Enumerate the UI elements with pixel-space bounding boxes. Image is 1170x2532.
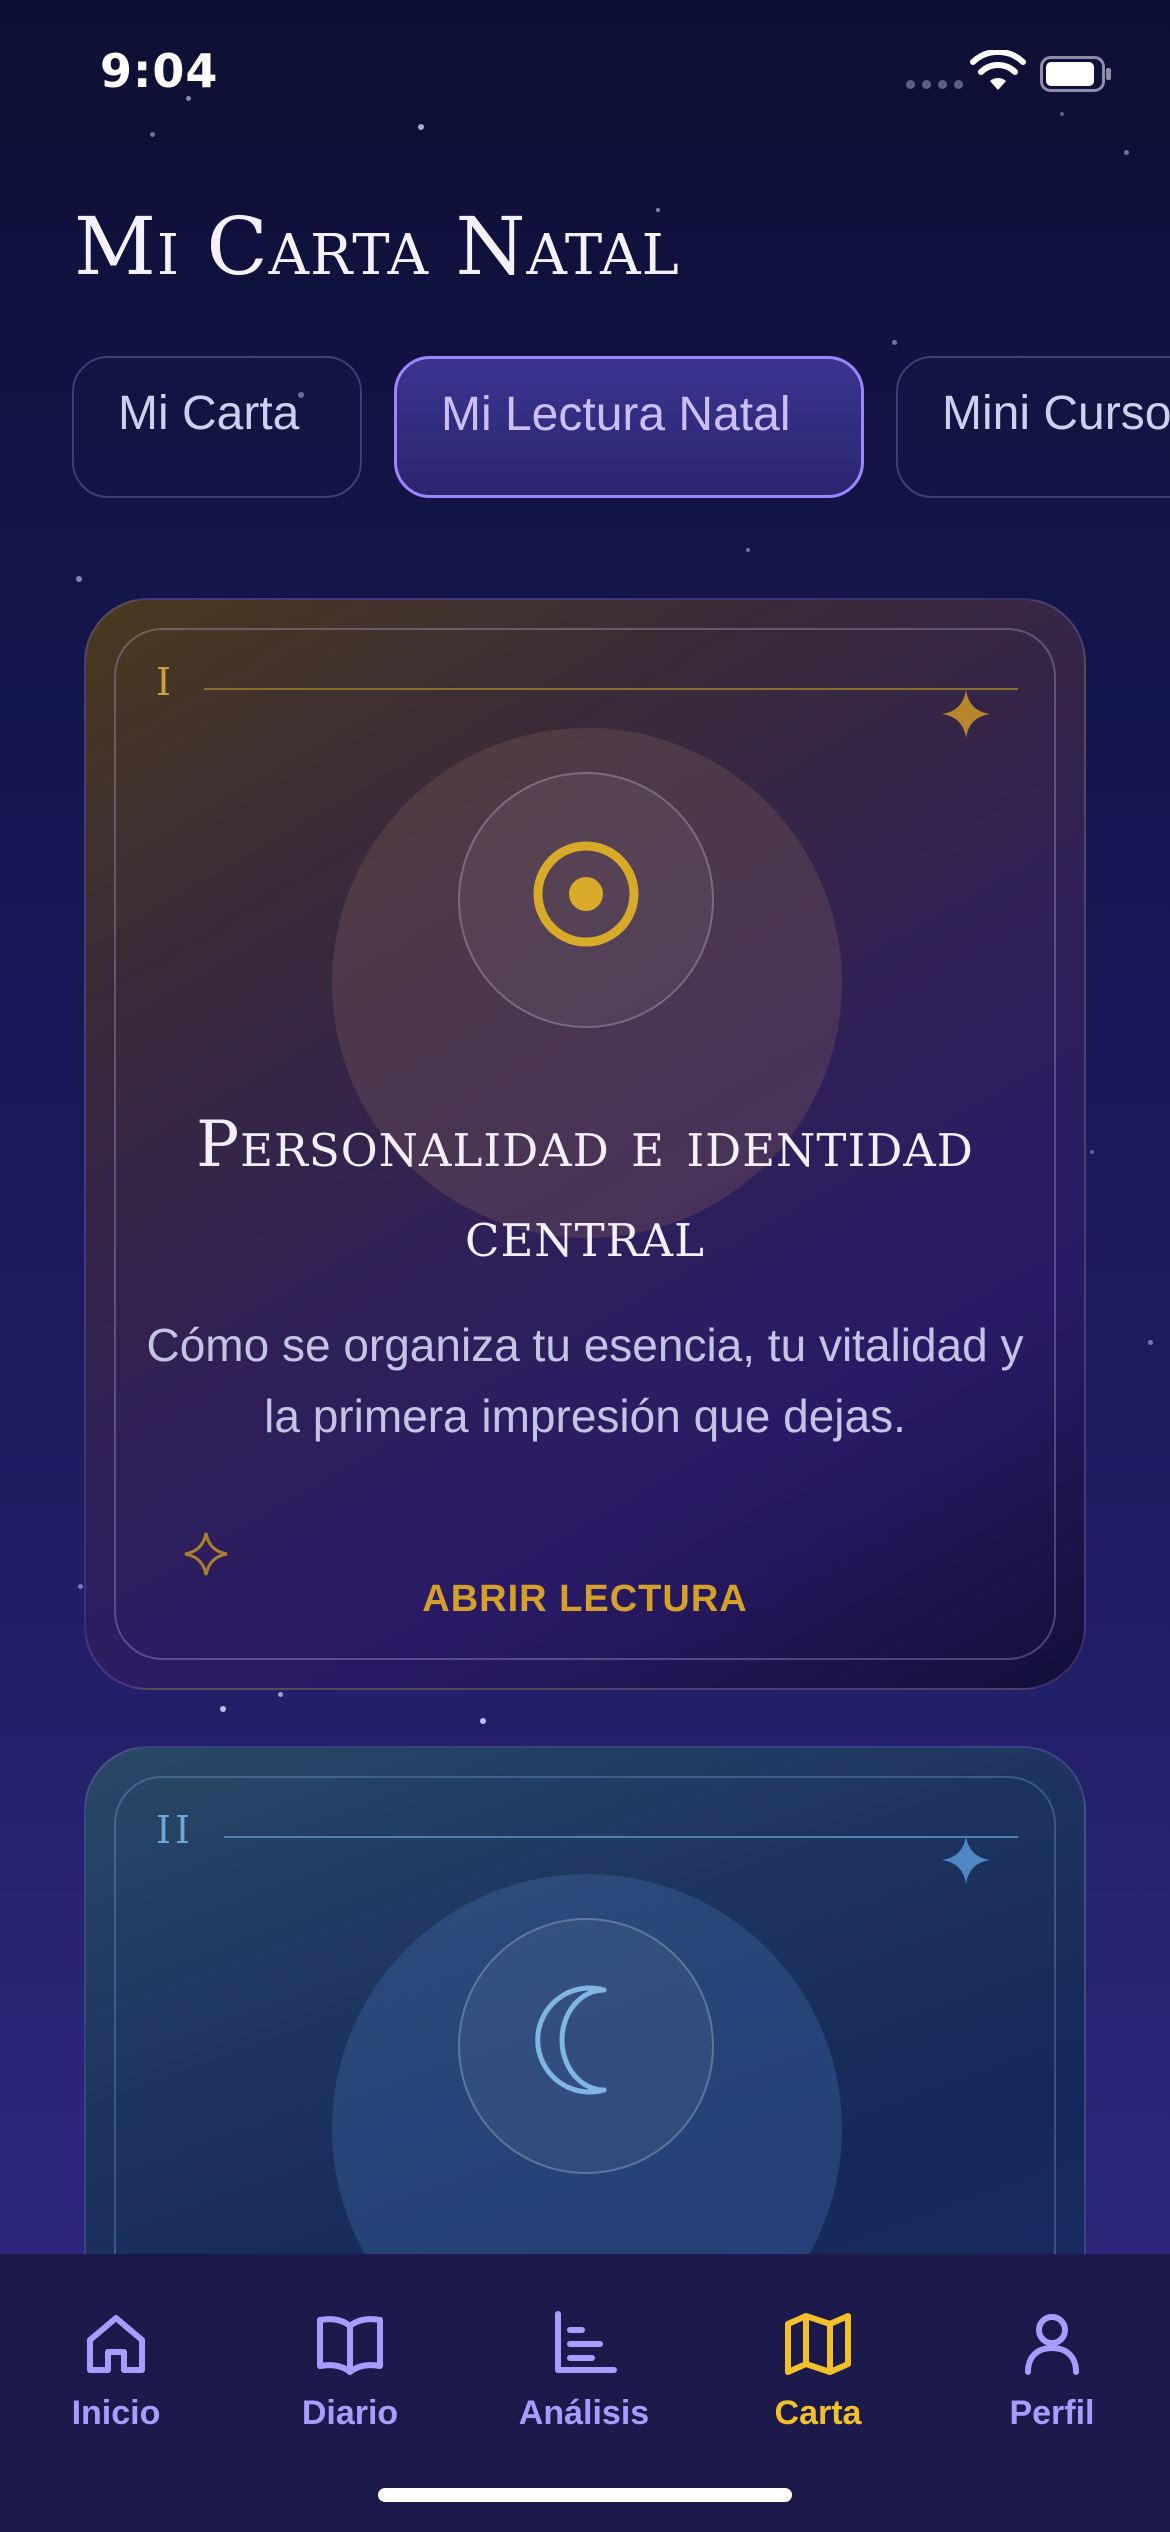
book-icon [317,2316,383,2375]
nav-item-inicio[interactable]: Inicio [16,2308,216,2433]
nav-item-diario[interactable]: Diario [250,2308,450,2433]
chart-icon [555,2311,617,2373]
wifi-icon [970,50,1026,90]
cellular-signal-icon [906,80,963,89]
card-divider [204,688,1018,690]
home-indicator[interactable] [378,2488,792,2502]
nav-label: Inicio [71,2394,161,2432]
sun-icon [533,841,639,947]
sparkle-outline-icon [184,1532,228,1576]
sparkle-icon [942,690,990,738]
map-icon [785,2313,851,2375]
tab-mi-carta[interactable]: Mi Carta [72,356,362,498]
nav-label: Diario [301,2394,399,2432]
battery-icon [1040,56,1111,92]
nav-label: Carta [774,2394,862,2432]
status-time: 9:04 [100,44,219,98]
card-title: Personalidad e identidad central [196,1108,974,1272]
tab-mi-lectura-natal[interactable]: Mi Lectura Natal [394,356,864,498]
moon-icon [535,1985,607,2095]
tab-bar: Mi Carta Mi Lectura Natal Mini Curso [72,356,1170,500]
page-title: Mi Carta Natal [74,200,680,293]
tab-mini-curso[interactable]: Mini Curso [896,356,1170,498]
nav-item-analisis[interactable]: Análisis [484,2308,684,2433]
card-numeral: I [156,660,176,704]
nav-item-carta[interactable]: Carta [718,2308,918,2433]
reading-card-personality[interactable]: I Personalidad e identidad central Cómo … [84,598,1086,1690]
sparkle-icon [942,1836,990,1884]
nav-label: Perfil [1009,2394,1095,2432]
home-icon [87,2315,145,2373]
card-divider [224,1836,1018,1838]
card-numeral: II [156,1808,195,1852]
user-icon [1025,2314,1079,2375]
open-reading-button[interactable]: ABRIR LECTURA [86,1578,1084,1621]
nav-item-perfil[interactable]: Perfil [952,2308,1152,2433]
status-bar: 9:04 [0,0,1170,140]
card-description: Cómo se organiza tu esencia, tu vitalida… [146,1319,1024,1442]
nav-label: Análisis [518,2394,650,2432]
